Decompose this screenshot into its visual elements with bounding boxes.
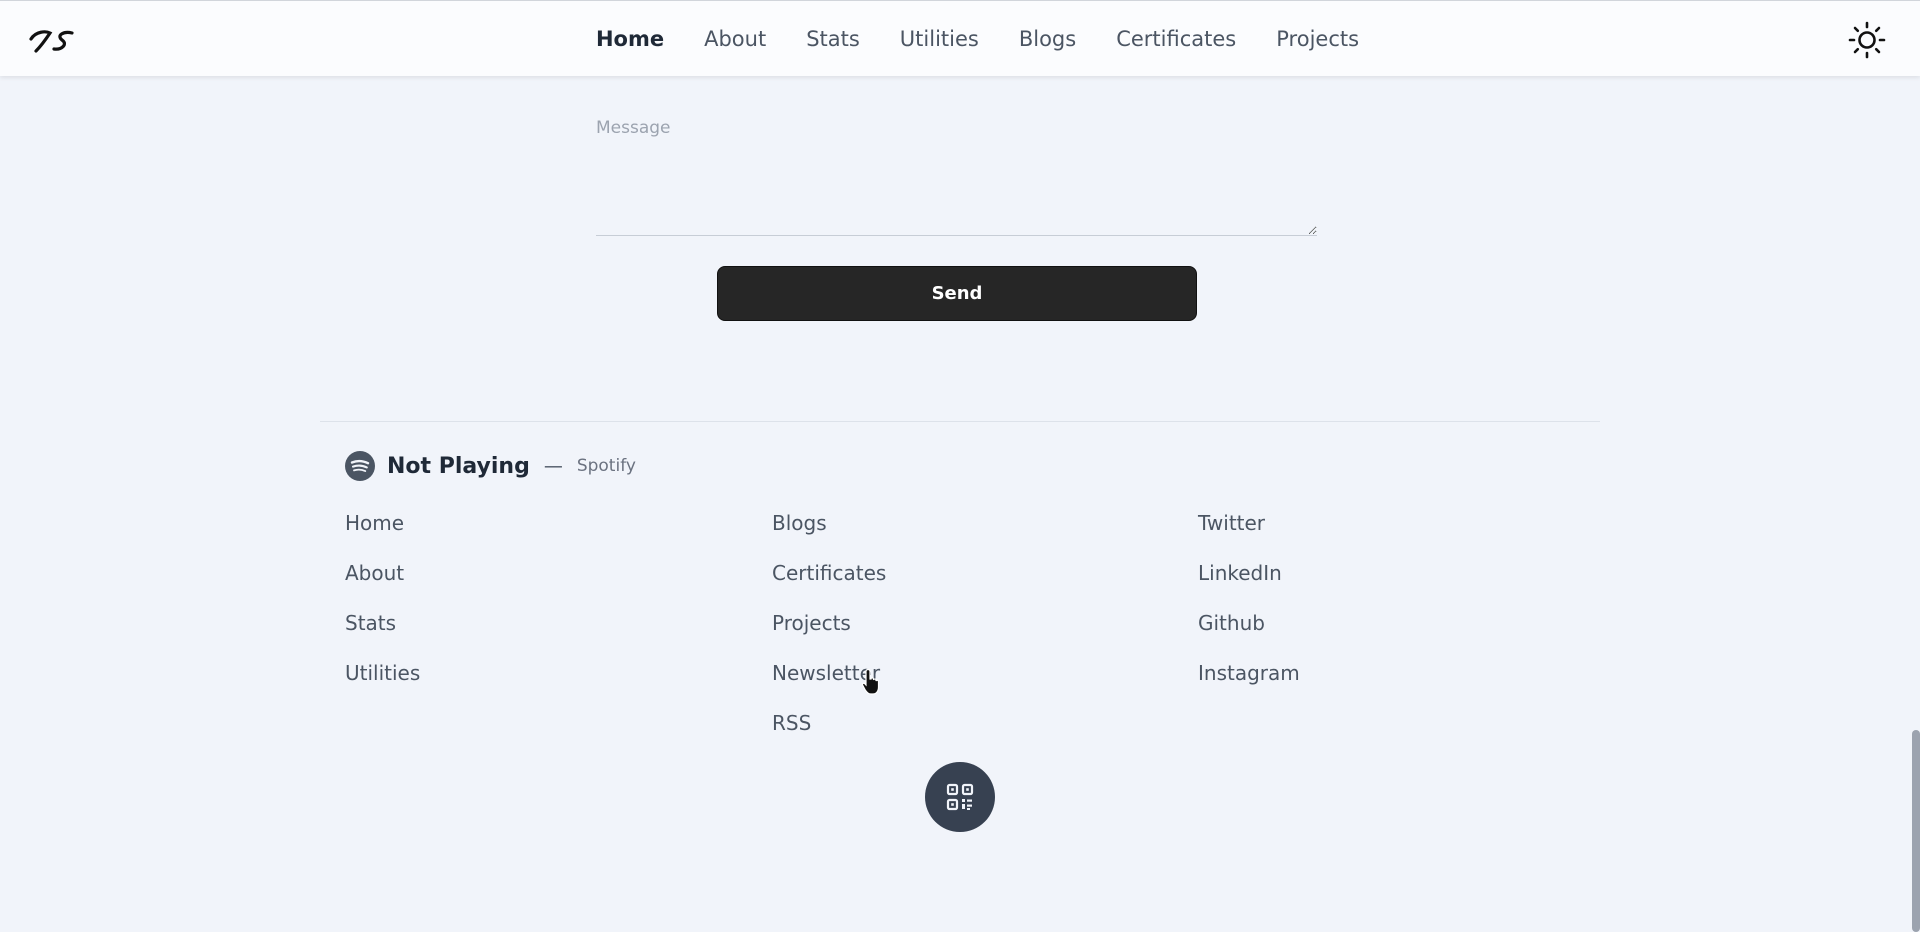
qr-code-icon [946, 783, 974, 811]
footer-link-home[interactable]: Home [345, 508, 420, 558]
footer-column-content: Blogs Certificates Projects Newsletter R… [772, 508, 886, 758]
page-scrollbar[interactable] [1912, 76, 1920, 932]
message-field[interactable] [596, 110, 1317, 236]
now-playing-status: Not Playing [387, 453, 530, 479]
scrollbar-thumb[interactable] [1912, 730, 1920, 932]
footer-link-rss[interactable]: RSS [772, 708, 886, 758]
spotify-icon[interactable] [345, 451, 375, 481]
nav-blogs[interactable]: Blogs [999, 27, 1096, 51]
footer-link-certificates[interactable]: Certificates [772, 558, 886, 608]
sun-icon[interactable] [1848, 21, 1886, 59]
main-nav: Home About Stats Utilities Blogs Certifi… [0, 1, 1920, 77]
footer-link-blogs[interactable]: Blogs [772, 508, 886, 558]
footer-link-projects[interactable]: Projects [772, 608, 886, 658]
nav-stats[interactable]: Stats [786, 27, 880, 51]
send-button[interactable]: Send [717, 266, 1197, 321]
footer-link-utilities[interactable]: Utilities [345, 658, 420, 708]
now-playing-source: Spotify [576, 456, 636, 476]
footer-link-about[interactable]: About [345, 558, 420, 608]
footer-link-twitter[interactable]: Twitter [1198, 508, 1300, 558]
now-playing-separator: — [543, 455, 563, 477]
footer-column-pages: Home About Stats Utilities [345, 508, 420, 708]
footer-link-stats[interactable]: Stats [345, 608, 420, 658]
nav-home[interactable]: Home [576, 27, 684, 51]
site-header: Home About Stats Utilities Blogs Certifi… [0, 0, 1920, 76]
footer-column-social: Twitter LinkedIn Github Instagram [1198, 508, 1300, 708]
footer-link-newsletter[interactable]: Newsletter [772, 658, 886, 708]
nav-certificates[interactable]: Certificates [1096, 27, 1256, 51]
qr-code-button[interactable] [925, 762, 995, 832]
nav-about[interactable]: About [684, 27, 786, 51]
nav-utilities[interactable]: Utilities [880, 27, 999, 51]
footer-link-github[interactable]: Github [1198, 608, 1300, 658]
nav-projects[interactable]: Projects [1256, 27, 1379, 51]
footer-link-instagram[interactable]: Instagram [1198, 658, 1300, 708]
footer-link-linkedin[interactable]: LinkedIn [1198, 558, 1300, 608]
now-playing: Not Playing — Spotify [345, 450, 636, 482]
footer-divider [320, 421, 1600, 422]
